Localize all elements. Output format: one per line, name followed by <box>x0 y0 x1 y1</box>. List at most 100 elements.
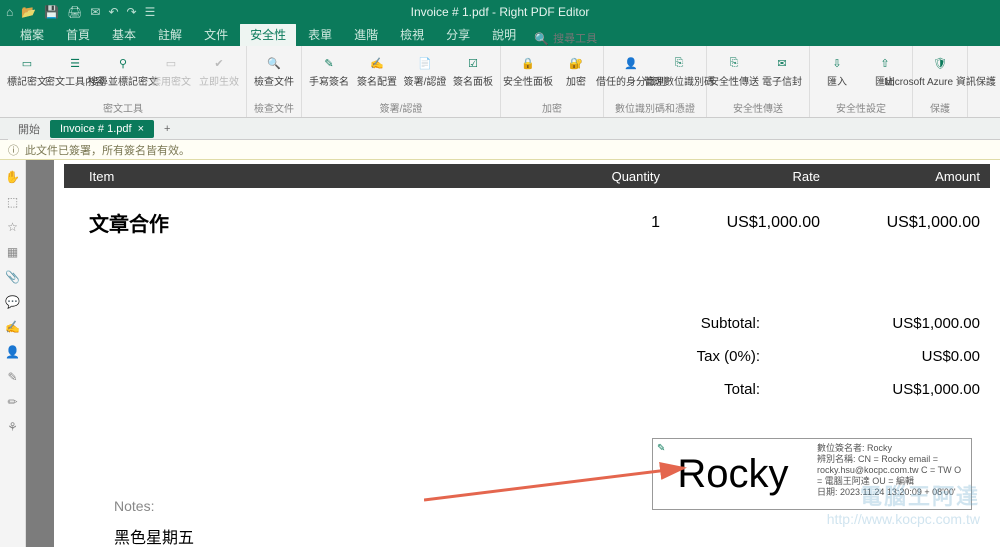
pdf-page: Item Quantity Rate Amount 文章合作 1 US$1,00… <box>54 160 1000 547</box>
notes-label: Notes: <box>114 498 194 514</box>
ribbon-icon: ✎ <box>318 52 340 74</box>
ribbon-group-0: ▭標記密文☰密文工具內容⚲搜尋並標記密文▭套用密文✔立即生效密文工具 <box>0 46 247 117</box>
side-tool-9[interactable]: ✏ <box>7 395 17 409</box>
side-tool-3[interactable]: ▦ <box>7 245 18 259</box>
notes-section: Notes: 黑色星期五 Terms: <box>114 498 194 547</box>
ribbon-btn-2-1[interactable]: ✍簽名配置 <box>354 49 400 88</box>
signature-name-text: Rocky <box>677 452 788 497</box>
ribbon-group-name: 加密 <box>505 100 599 117</box>
side-tool-7[interactable]: 👤 <box>5 345 20 359</box>
ribbon-icon: ▭ <box>16 52 38 74</box>
sig-dn: 辨別名稱: CN = Rocky email = rocky.hsu@kocpc… <box>817 454 967 487</box>
menu-tab-5[interactable]: 安全性 <box>240 23 296 46</box>
save-icon[interactable]: 💾 <box>44 5 59 19</box>
ribbon-group-4: 👤借任的身分識別⎘管理數位識別碼數位識別碼和憑證 <box>604 46 707 117</box>
ribbon-label: 加密 <box>566 77 586 88</box>
close-icon[interactable]: × <box>138 123 144 135</box>
menu-tab-8[interactable]: 檢視 <box>390 23 434 46</box>
signature-box[interactable]: ✎ Rocky 數位簽名者: Rocky 辨別名稱: CN = Rocky em… <box>652 438 972 510</box>
mail-icon[interactable]: ✉ <box>90 5 100 19</box>
ribbon-label: 檢查文件 <box>254 77 294 88</box>
ribbon-btn-5-1[interactable]: ✉電子信封 <box>759 49 805 88</box>
ribbon-btn-4-1[interactable]: ⎘管理數位識別碼 <box>656 49 702 88</box>
ribbon-group-name: 數位識別碼和憑證 <box>608 100 702 117</box>
info-icon: ⓘ <box>8 142 19 158</box>
menu-tab-3[interactable]: 註解 <box>148 23 192 46</box>
subtotal-label: Subtotal: <box>640 315 760 332</box>
menu-tab-4[interactable]: 文件 <box>194 23 238 46</box>
side-tool-4[interactable]: 📎 <box>5 270 20 284</box>
info-text: 此文件已簽署，所有簽名皆有效。 <box>25 142 190 158</box>
ribbon-group-name: 安全性設定 <box>814 100 908 117</box>
ribbon-icon: ✉ <box>771 52 793 74</box>
menu-tabs: 檔案首頁基本註解文件安全性表單進階檢視分享說明 🔍 <box>0 24 1000 46</box>
ribbon-btn-0-2[interactable]: ⚲搜尋並標記密文 <box>100 49 146 88</box>
open-icon[interactable]: 📂 <box>21 5 36 19</box>
ribbon-btn-1-0[interactable]: 🔍檢查文件 <box>251 49 297 88</box>
ribbon-btn-3-0[interactable]: 🔒 安全性面板 <box>505 49 551 88</box>
tab-start[interactable]: 開始 <box>8 118 50 140</box>
document-canvas[interactable]: Item Quantity Rate Amount 文章合作 1 US$1,00… <box>26 160 1000 547</box>
side-tool-8[interactable]: ✎ <box>7 370 17 384</box>
search-input[interactable] <box>553 33 633 45</box>
tax-label: Tax (0%): <box>640 348 760 365</box>
tab-label: Invoice # 1.pdf <box>60 123 132 135</box>
menu-tab-6[interactable]: 表單 <box>298 23 342 46</box>
search-icon: 🔍 <box>534 32 549 46</box>
ribbon-group-name: 保護 <box>917 100 963 117</box>
side-tool-6[interactable]: ✍ <box>5 320 20 334</box>
total-label: Total: <box>640 381 760 398</box>
menu-tab-2[interactable]: 基本 <box>102 23 146 46</box>
cell-qty: 1 <box>530 214 660 232</box>
tab-active-document[interactable]: Invoice # 1.pdf × <box>50 120 154 138</box>
redo-icon[interactable]: ↷ <box>127 5 137 19</box>
ribbon-label: 套用密文 <box>151 77 191 88</box>
menu-tab-9[interactable]: 分享 <box>436 23 480 46</box>
ribbon-btn-5-0[interactable]: ⎘安全性傳送 <box>711 49 757 88</box>
cell-amount: US$1,000.00 <box>820 214 990 232</box>
undo-icon[interactable]: ↶ <box>108 5 118 19</box>
ribbon-btn-0-0[interactable]: ▭標記密文 <box>4 49 50 88</box>
ribbon-btn-3-1[interactable]: 🔐加密 <box>553 49 599 88</box>
workspace: ✋ ⬚ ☆ ▦ 📎 💬 ✍ 👤 ✎ ✏ ⚘ Item Quantity Rate Amount 文章… <box>0 160 1000 547</box>
document-tabs: 開始 Invoice # 1.pdf × + <box>0 118 1000 140</box>
title-bar: ⌂ 📂 💾 🖨 ✉ ↶ ↷ ☰ Invoice # 1.pdf - Right … <box>0 0 1000 24</box>
ribbon-btn-6-0[interactable]: ⇩匯入 <box>814 49 860 88</box>
side-tool-5[interactable]: 💬 <box>5 295 20 309</box>
ribbon-icon: 👤 <box>620 52 642 74</box>
ribbon-label: 安全性傳送 <box>709 77 759 88</box>
new-tab-button[interactable]: + <box>164 123 170 135</box>
ribbon-btn-2-0[interactable]: ✎ 手寫簽名 <box>306 49 352 88</box>
print-icon[interactable]: 🖨 <box>67 5 82 19</box>
menu-tab-1[interactable]: 首頁 <box>56 23 100 46</box>
side-tool-2[interactable]: ☆ <box>7 220 18 234</box>
side-tool-1[interactable]: ⬚ <box>7 195 18 209</box>
menu-tab-7[interactable]: 進階 <box>344 23 388 46</box>
side-tool-0[interactable]: ✋ <box>5 170 20 184</box>
menu-tab-0[interactable]: 檔案 <box>10 23 54 46</box>
ribbon-icon: ☰ <box>64 52 86 74</box>
more-icon[interactable]: ☰ <box>145 5 156 19</box>
cell-item: 文章合作 <box>64 208 530 237</box>
notes-value: 黑色星期五 <box>114 524 194 547</box>
ribbon-label: 立即生效 <box>199 77 239 88</box>
ribbon-icon: 🛡 <box>929 52 951 74</box>
ribbon-icon: ✍ <box>366 52 388 74</box>
ribbon-label: 手寫簽名 <box>309 77 349 88</box>
menu-tab-10[interactable]: 說明 <box>482 23 526 46</box>
home-icon[interactable]: ⌂ <box>6 5 13 19</box>
ribbon-btn-7-0[interactable]: 🛡Microsoft Azure 資訊保護 <box>917 49 963 88</box>
invoice-totals: Subtotal:US$1,000.00 Tax (0%):US$0.00 To… <box>54 307 1000 406</box>
ribbon-btn-2-3[interactable]: ☑簽名面板 <box>450 49 496 88</box>
tool-search[interactable]: 🔍 <box>534 32 633 46</box>
col-item: Item <box>64 169 530 184</box>
ribbon-icon: ▭ <box>160 52 182 74</box>
ribbon-label: 安全性面板 <box>503 77 553 88</box>
signature-details: 數位簽名者: Rocky 辨別名稱: CN = Rocky email = ro… <box>813 439 971 509</box>
pen-icon: ✎ <box>657 443 665 454</box>
ribbon-icon: 🔒 <box>517 52 539 74</box>
ribbon-btn-2-2[interactable]: 📄簽署/認證 <box>402 49 448 88</box>
ribbon-icon: 📄 <box>414 52 436 74</box>
side-tool-10[interactable]: ⚘ <box>7 420 18 434</box>
ribbon-icon: ⚲ <box>112 52 134 74</box>
